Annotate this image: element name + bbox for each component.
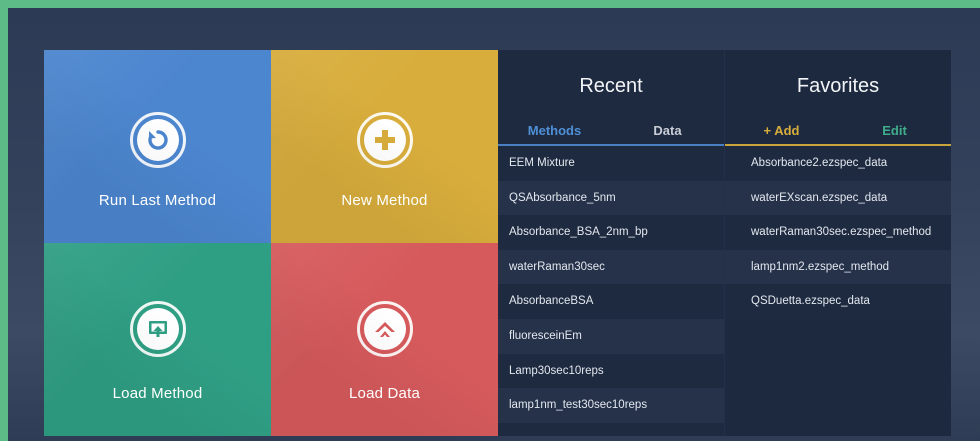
recent-list: EEM Mixture QSAbsorbance_5nm Absorbance_… [498,146,724,423]
load-method-label: Load Method [112,385,203,402]
tab-methods[interactable]: Methods [498,122,611,144]
recent-item[interactable]: Lamp30sec10reps [498,353,724,389]
add-favorite-button[interactable]: + Add [725,122,838,144]
load-method-icon-ring [129,301,186,357]
favorite-item[interactable]: waterEXscan.ezspec_data [725,180,951,216]
new-method-label: New Method [341,192,428,209]
window-background: Run Last Method New Method Load Method L… [8,8,980,441]
edit-favorites-button[interactable]: Edit [838,122,951,144]
recent-tabs: Methods Data [498,122,724,146]
run-last-method-icon-ring [129,112,186,168]
favorites-title: Favorites [796,75,880,97]
recent-item[interactable]: AbsorbanceBSA [498,284,724,319]
load-data-icon [363,308,406,350]
recent-item[interactable]: lamp1nm_test30sec10reps [498,388,724,423]
favorites-panel: Favorites + Add Edit Absorbance2.ezspec_… [724,50,951,436]
favorite-item[interactable]: QSDuetta.ezspec_data [725,284,951,319]
load-data-tile[interactable]: Load Data [271,243,498,436]
run-last-method-tile[interactable]: Run Last Method [44,50,271,243]
recent-item[interactable]: QSAbsorbance_5nm [498,180,724,216]
recent-item[interactable]: fluoresceinEm [498,318,724,354]
load-method-icon [136,308,179,350]
plus-icon [363,119,406,161]
new-method-tile[interactable]: New Method [271,50,498,243]
favorites-tabs: + Add Edit [725,122,951,146]
favorite-item[interactable]: waterRaman30sec.ezspec_method [725,215,951,250]
refresh-icon [136,119,179,161]
run-last-method-label: Run Last Method [98,192,217,209]
load-data-icon-ring [356,301,413,357]
recent-title: Recent [579,75,643,97]
tab-data[interactable]: Data [611,122,724,144]
favorite-item[interactable]: lamp1nm2.ezspec_method [725,249,951,285]
recent-panel: Recent Methods Data EEM Mixture QSAbsorb… [498,50,724,436]
recent-item[interactable]: waterRaman30sec [498,249,724,285]
favorite-item[interactable]: Absorbance2.ezspec_data [725,146,951,181]
recent-item[interactable]: EEM Mixture [498,146,724,181]
new-method-icon-ring [356,112,413,168]
recent-item[interactable]: Absorbance_BSA_2nm_bp [498,215,724,250]
action-tiles: Run Last Method New Method Load Method L… [44,50,498,436]
load-method-tile[interactable]: Load Method [44,243,271,436]
load-data-label: Load Data [348,385,421,402]
home-screen: Run Last Method New Method Load Method L… [44,50,951,436]
favorites-list: Absorbance2.ezspec_data waterEXscan.ezsp… [725,146,951,319]
